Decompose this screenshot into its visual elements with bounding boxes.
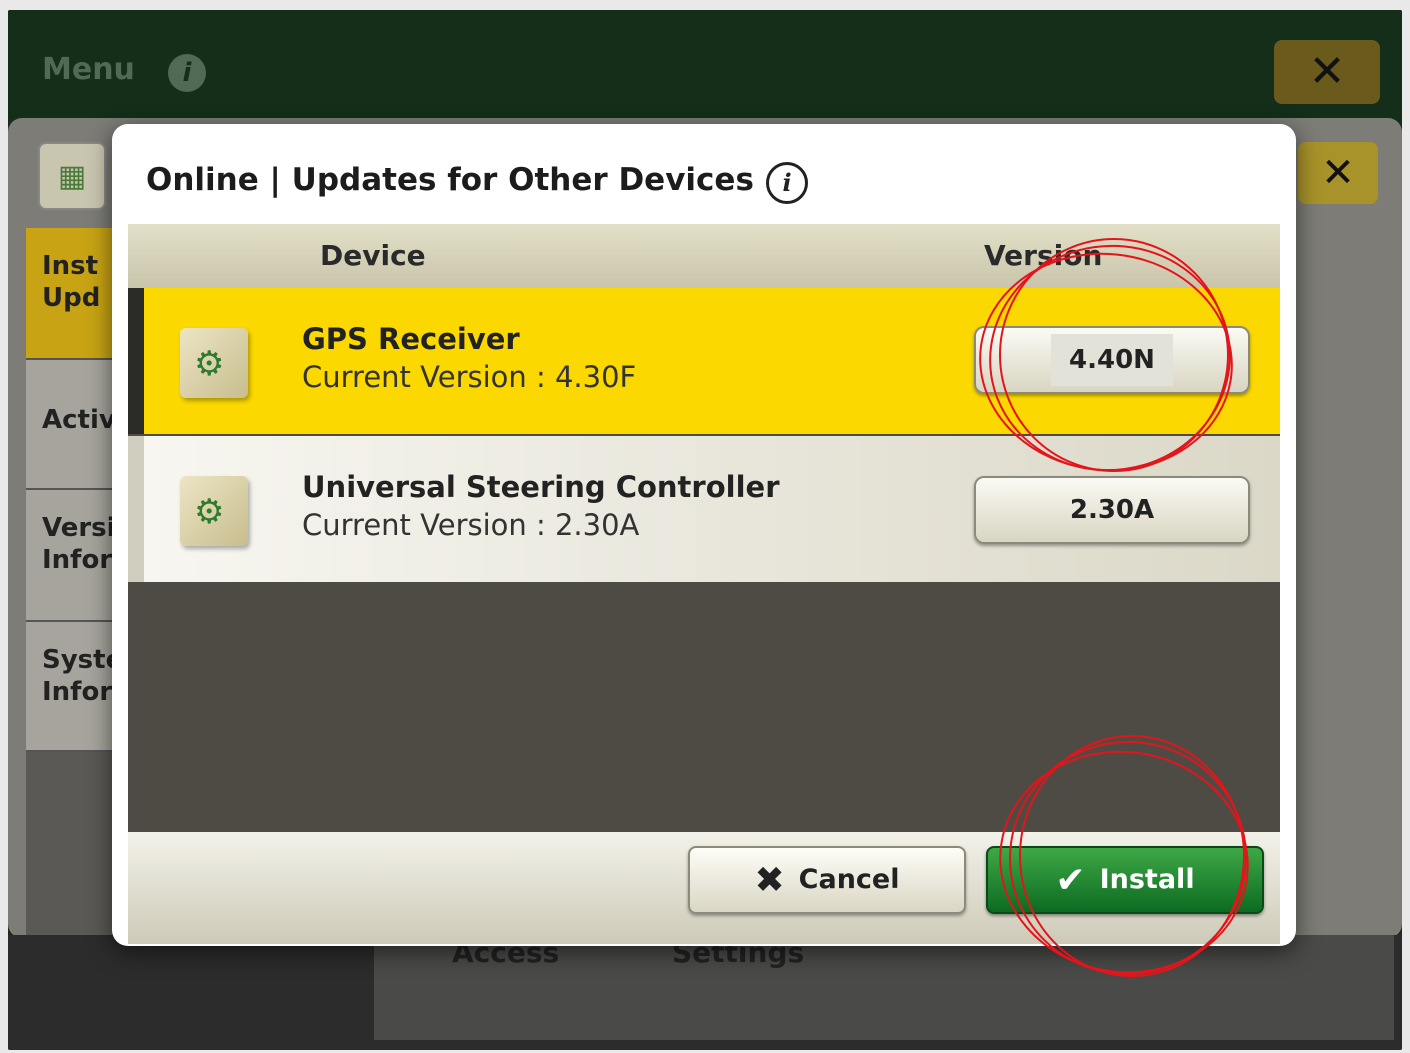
table-header: Device Version (128, 224, 1280, 288)
dialog-title: Online | Updates for Other Devices (146, 162, 754, 198)
cancel-button[interactable]: ✖ Cancel (688, 846, 966, 914)
install-button[interactable]: ✔ Install (986, 846, 1264, 914)
cancel-label: Cancel (798, 864, 900, 895)
version-value: 2.30A (1069, 495, 1155, 525)
package-icon: ⚙ (180, 328, 248, 398)
checkmark-icon: ✔ (1055, 860, 1086, 901)
column-header-version: Version (984, 239, 1103, 272)
app-close-button[interactable]: ✕ (1298, 142, 1378, 204)
current-version: Current Version : 2.30A (302, 508, 640, 542)
column-header-device: Device (320, 239, 426, 272)
close-icon: ✖ (754, 860, 785, 901)
version-value: 4.40N (1051, 334, 1173, 386)
package-icon: ⚙ (180, 476, 248, 546)
dialog-footer: ✖ Cancel ✔ Install (128, 832, 1280, 944)
menu-info-icon[interactable]: i (168, 54, 206, 92)
device-list: Device Version ⚙ GPS Receiver Current Ve… (128, 224, 1280, 944)
updates-dialog: Online | Updates for Other Devices i Dev… (112, 124, 1296, 946)
software-manager-icon: ▦ (38, 142, 106, 210)
device-name: GPS Receiver (302, 322, 520, 356)
version-select-button[interactable]: 4.40N (974, 326, 1250, 394)
current-version: Current Version : 4.30F (302, 360, 637, 394)
menu-close-button[interactable]: ✕ (1274, 40, 1380, 104)
menu-title: Menu (42, 52, 135, 87)
device-row-universal-steering-controller[interactable]: ⚙ Universal Steering Controller Current … (128, 436, 1280, 582)
menu-bar: Menu i ✕ (8, 10, 1402, 122)
version-select-button[interactable]: 2.30A (974, 476, 1250, 544)
device-row-gps-receiver[interactable]: ⚙ GPS Receiver Current Version : 4.30F 4… (128, 288, 1280, 434)
info-icon[interactable]: i (766, 162, 808, 204)
device-name: Universal Steering Controller (302, 470, 780, 504)
install-label: Install (1099, 864, 1195, 895)
